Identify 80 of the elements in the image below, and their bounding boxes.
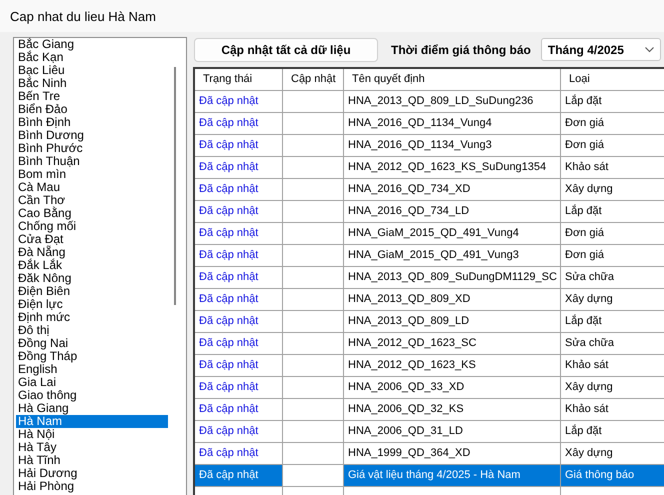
table-cell: HNA_GiaM_2015_QD_491_Vung3 — [344, 245, 561, 267]
province-item[interactable]: Hải Phòng — [16, 480, 168, 493]
province-item[interactable]: Hà Nội — [16, 428, 168, 441]
status-cell: Đã cập nhật — [195, 135, 283, 157]
table-cell: HNA_2016_QD_1134_Vung3 — [344, 135, 561, 157]
province-item[interactable]: Bắc Kạn — [16, 51, 168, 64]
province-item[interactable]: Cửa Đạt — [16, 233, 168, 246]
status-cell: Đã cập nhật — [195, 201, 283, 223]
table-cell: HNA_2013_QD_809_XD — [344, 289, 561, 311]
province-item[interactable]: Hải Dương — [16, 467, 168, 480]
province-item[interactable]: Đô thị — [16, 324, 168, 337]
table-cell: HNA_2012_QD_1623_KS_SuDung1354 — [344, 157, 561, 179]
table-cell: HNA_2016_QD_1134_Vung4 — [344, 113, 561, 135]
status-cell: Đã cập nhật — [195, 289, 283, 311]
status-cell: Đã cập nhật — [195, 355, 283, 377]
province-item[interactable]: Gia Lai — [16, 376, 168, 389]
table-cell: HNA_2016_QD_734_XD — [344, 179, 561, 201]
window-title: Cap nhat du lieu Hà Nam — [10, 8, 156, 24]
province-item[interactable]: Định mức — [16, 311, 168, 324]
table-cell: Giá thông báo — [561, 465, 664, 487]
status-cell: Đã cập nhật — [195, 91, 283, 113]
update-all-button[interactable]: Cập nhật tất cả dữ liệu — [194, 38, 378, 62]
table-cell: HNA_2012_QD_1623_KS — [344, 355, 561, 377]
status-cell: Đã cập nhật — [195, 443, 283, 465]
province-item[interactable]: Bình Định — [16, 116, 168, 129]
province-item[interactable]: Bình Dương — [16, 129, 168, 142]
province-item[interactable]: Cần Thơ — [16, 194, 168, 207]
province-item[interactable]: Hà Nam — [16, 415, 168, 428]
province-item[interactable]: Hà Tĩnh — [16, 454, 168, 467]
status-cell: Đã cập nhật — [195, 311, 283, 333]
status-cell: Đã cập nhật — [195, 267, 283, 289]
province-item[interactable]: Đồng Tháp — [16, 350, 168, 363]
chevron-down-icon — [644, 46, 654, 52]
province-item[interactable]: Đăk Nông — [16, 272, 168, 285]
province-item[interactable]: Bạc Liêu — [16, 64, 168, 77]
column-header[interactable]: Tên quyết định — [344, 69, 561, 91]
status-cell: Đã cập nhật — [195, 179, 283, 201]
table-cell: HNA_2016_QD_734_LD — [344, 201, 561, 223]
status-cell: Đã cập nhật — [195, 113, 283, 135]
table-cell: HNA_2013_QD_809_LD — [344, 311, 561, 333]
table-cell: HNA_2006_QD_32_KS — [344, 399, 561, 421]
status-cell: Đã cập nhật — [195, 465, 283, 487]
province-item[interactable]: Chống mối — [16, 220, 168, 233]
column-header[interactable]: Cập nhật — [283, 69, 344, 91]
province-item[interactable]: English — [16, 363, 168, 376]
status-cell: Đã cập nhật — [195, 333, 283, 355]
province-item[interactable]: Đà Nẵng — [16, 246, 168, 259]
province-item[interactable]: Hà Tây — [16, 441, 168, 454]
province-item[interactable]: Đồng Nai — [16, 337, 168, 350]
province-item[interactable]: Biển Đảo — [16, 103, 168, 116]
province-item[interactable]: Bình Thuận — [16, 155, 168, 168]
province-item[interactable]: Cà Mau — [16, 181, 168, 194]
column-header[interactable]: Trạng thái — [195, 69, 283, 91]
table-cell: HNA_GiaM_2015_QD_491_Vung4 — [344, 223, 561, 245]
status-cell: Đã cập nhật — [195, 223, 283, 245]
province-item[interactable]: Đắk Lắk — [16, 259, 168, 272]
table-cell: HNA_2006_QD_31_LD — [344, 421, 561, 443]
status-cell: Đã cập nhật — [195, 421, 283, 443]
scrollbar-thumb[interactable] — [174, 67, 176, 305]
table-cell: HNA_2006_QD_33_XD — [344, 377, 561, 399]
table-cell: HNA_2013_QD_809_LD_SuDung236 — [344, 91, 561, 113]
table-cell: HNA_2013_QD_809_SuDungDM1129_SC — [344, 267, 561, 289]
status-cell: Đã cập nhật — [195, 377, 283, 399]
province-item[interactable]: Bình Phước — [16, 142, 168, 155]
table-cell: Giá vật liệu tháng 4/2025 - Hà Nam — [344, 465, 561, 487]
price-time-label: Thời điểm giá thông báo — [391, 42, 531, 56]
province-item[interactable]: Bắc Ninh — [16, 77, 168, 90]
status-cell: Đã cập nhật — [195, 157, 283, 179]
province-item[interactable]: Điện Biên — [16, 285, 168, 298]
province-item[interactable]: Giao thông — [16, 389, 168, 402]
province-item[interactable]: Điện lực — [16, 298, 168, 311]
province-item[interactable]: Bom mìn — [16, 168, 168, 181]
table-cell: HNA_2012_QD_1623_SC — [344, 333, 561, 355]
province-item[interactable]: Cao Bằng — [16, 207, 168, 220]
price-time-dropdown[interactable]: Tháng 4/2025 — [540, 38, 661, 61]
province-item[interactable]: Bến Tre — [16, 90, 168, 103]
table-cell: HNA_1999_QD_364_XD — [344, 443, 561, 465]
status-cell: Đã cập nhật — [195, 245, 283, 267]
status-cell: Đã cập nhật — [195, 399, 283, 421]
province-item[interactable]: Hà Giang — [16, 402, 168, 415]
